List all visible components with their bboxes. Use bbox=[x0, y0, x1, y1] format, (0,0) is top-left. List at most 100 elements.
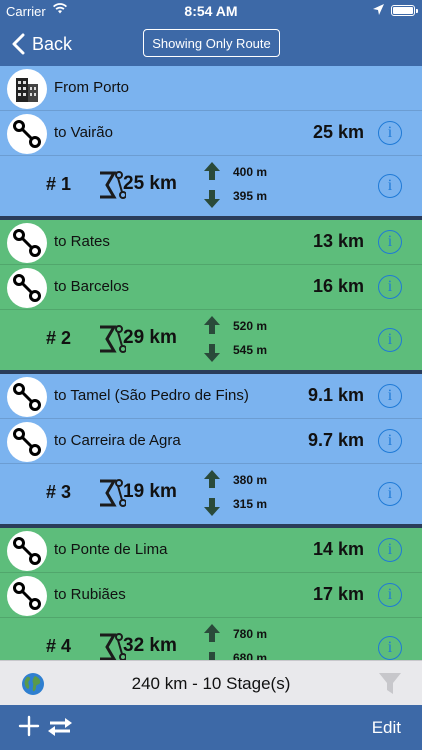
stage-descent: 315 m bbox=[233, 497, 268, 511]
status-bar: Carrier 8:54 AM bbox=[0, 0, 422, 22]
stage-ascent: 520 m bbox=[233, 319, 268, 333]
plus-icon[interactable] bbox=[18, 715, 40, 737]
leg-name: to Rates bbox=[54, 233, 110, 250]
leg-icon bbox=[7, 422, 47, 462]
info-icon[interactable]: i bbox=[378, 583, 402, 607]
leg-icon bbox=[7, 576, 47, 616]
info-icon[interactable]: i bbox=[378, 230, 402, 254]
arrow-up-icon bbox=[204, 470, 220, 488]
route-icon bbox=[13, 537, 41, 565]
leg-icon bbox=[7, 377, 47, 417]
stage-group: to Tamel (São Pedro de Fins) 9.1 km i to Ca… bbox=[0, 374, 422, 528]
leg-distance: 13 km bbox=[312, 231, 364, 251]
leg-icon bbox=[7, 114, 47, 154]
arrow-up-icon bbox=[204, 162, 220, 180]
leg-row[interactable]: to Carreira de Agra 9.7 km i bbox=[0, 419, 422, 464]
sigma-route-icon bbox=[100, 479, 126, 507]
stage-summary-row[interactable]: # 2 29 km 520 m 545 m i bbox=[0, 310, 422, 370]
stage-descent: 395 m bbox=[233, 189, 268, 203]
stage-group: to Ponte de Lima 14 km i to Rubiães 17 km i # … bbox=[0, 528, 422, 660]
leg-icon bbox=[7, 531, 47, 571]
showing-only-route-button[interactable]: Showing Only Route bbox=[143, 29, 280, 57]
stage-summary-row[interactable]: # 4 32 km 780 m 680 m i bbox=[0, 618, 422, 660]
leg-name: to Barcelos bbox=[54, 278, 130, 295]
leg-distance: 16 km bbox=[312, 276, 364, 296]
stage-group: to Rates 13 km i to Barcelos 16 km i # 2 29 km 5… bbox=[0, 220, 422, 374]
route-icon bbox=[13, 120, 41, 148]
stage-number: # 2 bbox=[46, 328, 72, 348]
leg-distance: 9.7 km bbox=[307, 430, 364, 450]
stage-summary-row[interactable]: # 1 25 km 400 m 395 m i bbox=[0, 156, 422, 216]
stage-total-distance: 32 km bbox=[123, 635, 177, 656]
stage-number: # 4 bbox=[46, 636, 72, 656]
leg-distance: 25 km bbox=[312, 122, 364, 142]
filter-icon[interactable] bbox=[378, 671, 402, 697]
building-icon bbox=[16, 78, 38, 102]
stage-total-distance: 29 km bbox=[123, 327, 177, 348]
summary-bar: 240 km - 10 Stage(s) bbox=[0, 660, 422, 705]
route-icon bbox=[13, 383, 41, 411]
info-icon[interactable]: i bbox=[378, 174, 402, 198]
route-icon bbox=[13, 428, 41, 456]
leg-row[interactable]: to Tamel (São Pedro de Fins) 9.1 km i bbox=[0, 374, 422, 419]
info-icon[interactable]: i bbox=[378, 636, 402, 660]
leg-icon bbox=[7, 223, 47, 263]
arrow-down-icon bbox=[209, 652, 215, 660]
route-icon bbox=[13, 582, 41, 610]
leg-distance: 17 km bbox=[312, 584, 364, 604]
info-icon[interactable]: i bbox=[378, 275, 402, 299]
leg-name: to Carreira de Agra bbox=[54, 432, 181, 449]
arrow-down-icon bbox=[204, 190, 220, 208]
sigma-route-icon bbox=[100, 325, 126, 353]
info-icon[interactable]: i bbox=[378, 538, 402, 562]
leg-icon bbox=[7, 268, 47, 308]
route-summary-text: 240 km - 10 Stage(s) bbox=[131, 674, 291, 693]
arrow-up-icon bbox=[204, 624, 220, 642]
leg-row[interactable]: to Rates 13 km i bbox=[0, 220, 422, 265]
leg-row[interactable]: to Vairão 25 km i bbox=[0, 111, 422, 156]
leg-name: to Ponte de Lima bbox=[54, 541, 168, 558]
stage-ascent: 400 m bbox=[233, 165, 268, 179]
clock: 8:54 AM bbox=[184, 3, 238, 19]
sigma-route-icon bbox=[100, 633, 126, 660]
stage-group: From Porto to Vairão 25 km i # 1 25 km 400 m 39… bbox=[0, 66, 422, 220]
leg-name: to Vairão bbox=[54, 124, 113, 141]
info-icon[interactable]: i bbox=[378, 121, 402, 145]
chevron-left-icon bbox=[12, 33, 25, 55]
info-icon[interactable]: i bbox=[378, 384, 402, 408]
arrow-down-icon bbox=[204, 344, 220, 362]
stage-total-distance: 19 km bbox=[123, 481, 177, 502]
stage-ascent: 380 m bbox=[233, 473, 268, 487]
sigma-route-icon bbox=[100, 171, 126, 199]
stage-descent: 680 m bbox=[233, 651, 268, 660]
leg-row[interactable]: to Barcelos 16 km i bbox=[0, 265, 422, 310]
route-icon bbox=[13, 229, 41, 257]
leg-icon bbox=[7, 69, 47, 109]
leg-row[interactable]: to Ponte de Lima 14 km i bbox=[0, 528, 422, 573]
info-icon[interactable]: i bbox=[378, 328, 402, 352]
stage-ascent: 780 m bbox=[233, 627, 268, 641]
stage-list[interactable]: From Porto to Vairão 25 km i # 1 25 km 400 m 39… bbox=[0, 66, 422, 660]
edit-button[interactable]: Edit bbox=[372, 718, 401, 738]
info-icon[interactable]: i bbox=[378, 482, 402, 506]
leg-name: to Tamel (São Pedro de Fins) bbox=[54, 387, 249, 404]
arrow-down-icon bbox=[204, 498, 220, 516]
info-icon[interactable]: i bbox=[378, 429, 402, 453]
leg-name: to Rubiães bbox=[54, 586, 126, 603]
location-arrow-icon bbox=[373, 4, 384, 15]
leg-distance: 9.1 km bbox=[307, 385, 364, 405]
bottom-toolbar: Edit bbox=[0, 705, 422, 750]
swap-arrows-icon[interactable] bbox=[46, 716, 74, 738]
stage-number: # 3 bbox=[46, 482, 72, 502]
battery-icon bbox=[391, 5, 418, 16]
leg-row[interactable]: to Rubiães 17 km i bbox=[0, 573, 422, 618]
back-label: Back bbox=[32, 33, 73, 54]
stage-total-distance: 25 km bbox=[123, 173, 177, 194]
arrow-up-icon bbox=[204, 316, 220, 334]
stage-summary-row[interactable]: # 3 19 km 380 m 315 m i bbox=[0, 464, 422, 524]
back-button[interactable]: Back bbox=[10, 30, 72, 58]
top-bar: Carrier 8:54 AM Back Showing Only Route bbox=[0, 0, 422, 66]
stage-descent: 545 m bbox=[233, 343, 268, 357]
leg-row[interactable]: From Porto bbox=[0, 66, 422, 111]
leg-distance: 14 km bbox=[312, 539, 364, 559]
